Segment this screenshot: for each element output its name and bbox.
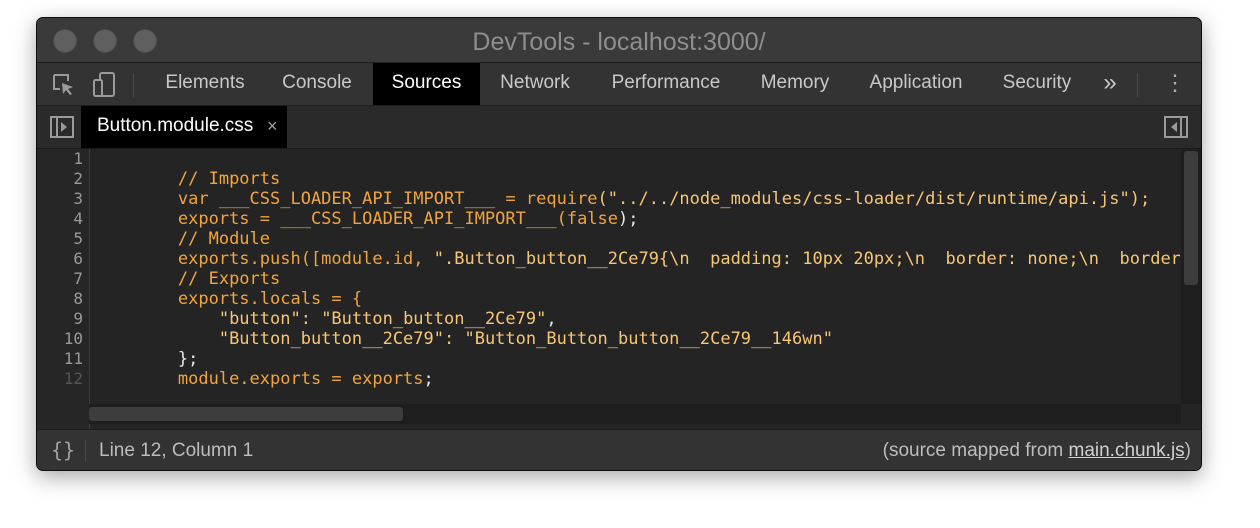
horizontal-scrollbar[interactable]	[89, 404, 1181, 424]
line-number: 1	[73, 149, 83, 168]
code-string: ("../../node_modules/css-loader/dist/run…	[597, 189, 1151, 209]
vertical-scroll-thumb[interactable]	[1184, 151, 1198, 285]
code-line: var ___CSS_LOADER_API_IMPORT___ = requir…	[96, 169, 1150, 209]
file-tab-button-module-css[interactable]: Button.module.css ×	[81, 106, 287, 148]
code-line: exports = ___CSS_LOADER_API_IMPORT___(fa…	[96, 189, 639, 229]
tab-performance[interactable]: Performance	[598, 63, 734, 105]
code-string: "Button_Button_button__2Ce79__146wn"	[464, 329, 833, 349]
line-number: 9	[73, 309, 83, 328]
file-tab-label: Button.module.css	[97, 115, 254, 136]
code-token: module.exports = exports	[177, 369, 424, 389]
cursor-position: Line 12, Column 1	[99, 440, 254, 461]
vertical-scrollbar[interactable]	[1181, 149, 1201, 404]
window-title: DevTools - localhost:3000/	[472, 28, 766, 56]
kebab-menu-icon[interactable]: ⋮	[1161, 63, 1189, 105]
status-divider	[85, 440, 86, 462]
file-tabs-bar: Button.module.css ×	[37, 106, 1201, 149]
close-icon[interactable]: ×	[267, 106, 278, 146]
line-number: 6	[73, 249, 83, 268]
line-number: 11	[63, 349, 83, 368]
line-number: 5	[73, 229, 83, 248]
code-content[interactable]: // Imports var ___CSS_LOADER_API_IMPORT_…	[96, 149, 1180, 404]
tab-sources[interactable]: Sources	[373, 63, 480, 105]
code-string: "Button_button__2Ce79":	[177, 329, 465, 349]
code-line: exports.locals = {	[96, 269, 362, 309]
line-number: 2	[73, 169, 83, 188]
code-line: "button": "Button_button__2Ce79",	[96, 289, 557, 329]
more-tabs-chevron-icon[interactable]: »	[1095, 63, 1125, 105]
code-token: false	[566, 209, 619, 229]
code-line: module.exports = exports;	[96, 349, 434, 389]
line-number: 7	[73, 269, 83, 288]
tab-network[interactable]: Network	[485, 63, 585, 105]
code-line: // Imports	[96, 149, 280, 189]
code-editor[interactable]: 1 2 3 4 5 6 7 8 9 10 11 12 // Imports va…	[37, 149, 1201, 429]
toolbar-divider	[133, 73, 134, 97]
line-number: 12	[63, 369, 83, 388]
code-token: ;	[423, 369, 434, 389]
line-number-gutter: 1 2 3 4 5 6 7 8 9 10 11 12	[37, 149, 90, 429]
code-line: };	[96, 329, 198, 369]
code-line: // Exports	[96, 249, 280, 289]
line-number: 10	[63, 329, 83, 348]
devtools-window: DevTools - localhost:3000/ Elements Cons…	[36, 17, 1202, 471]
title-bar: DevTools - localhost:3000/	[37, 18, 1201, 63]
code-string: ".Button_button__2Ce79{\n padding: 10px …	[433, 249, 1180, 269]
tab-elements[interactable]: Elements	[149, 63, 261, 105]
toolbar-divider	[1137, 73, 1138, 97]
source-map-prefix: (source mapped from	[882, 440, 1069, 461]
tab-memory[interactable]: Memory	[747, 63, 843, 105]
code-token: );	[618, 209, 639, 229]
pretty-print-icon[interactable]: {}	[51, 438, 75, 462]
horizontal-scroll-thumb[interactable]	[89, 407, 403, 421]
inspect-element-icon[interactable]	[51, 72, 77, 98]
source-map-info: (source mapped from main.chunk.js)	[883, 440, 1191, 462]
device-toolbar-icon[interactable]	[91, 71, 117, 99]
tab-security[interactable]: Security	[989, 63, 1085, 105]
code-line: "Button_button__2Ce79": "Button_Button_b…	[96, 309, 833, 349]
code-line: exports.push([module.id, ".Button_button…	[96, 229, 1180, 269]
panel-tabs-bar: Elements Console Sources Network Perform…	[37, 63, 1201, 106]
line-number: 3	[73, 189, 83, 208]
line-number: 8	[73, 289, 83, 308]
status-bar: {} Line 12, Column 1 (source mapped from…	[37, 429, 1201, 470]
tab-application[interactable]: Application	[855, 63, 977, 105]
toggle-navigator-icon[interactable]	[49, 115, 75, 139]
tab-console[interactable]: Console	[265, 63, 369, 105]
source-map-suffix: )	[1184, 440, 1191, 461]
source-map-link[interactable]: main.chunk.js	[1069, 440, 1185, 461]
toggle-debugger-icon[interactable]	[1163, 115, 1189, 139]
line-number: 4	[73, 209, 83, 228]
code-line: // Module	[96, 209, 270, 249]
